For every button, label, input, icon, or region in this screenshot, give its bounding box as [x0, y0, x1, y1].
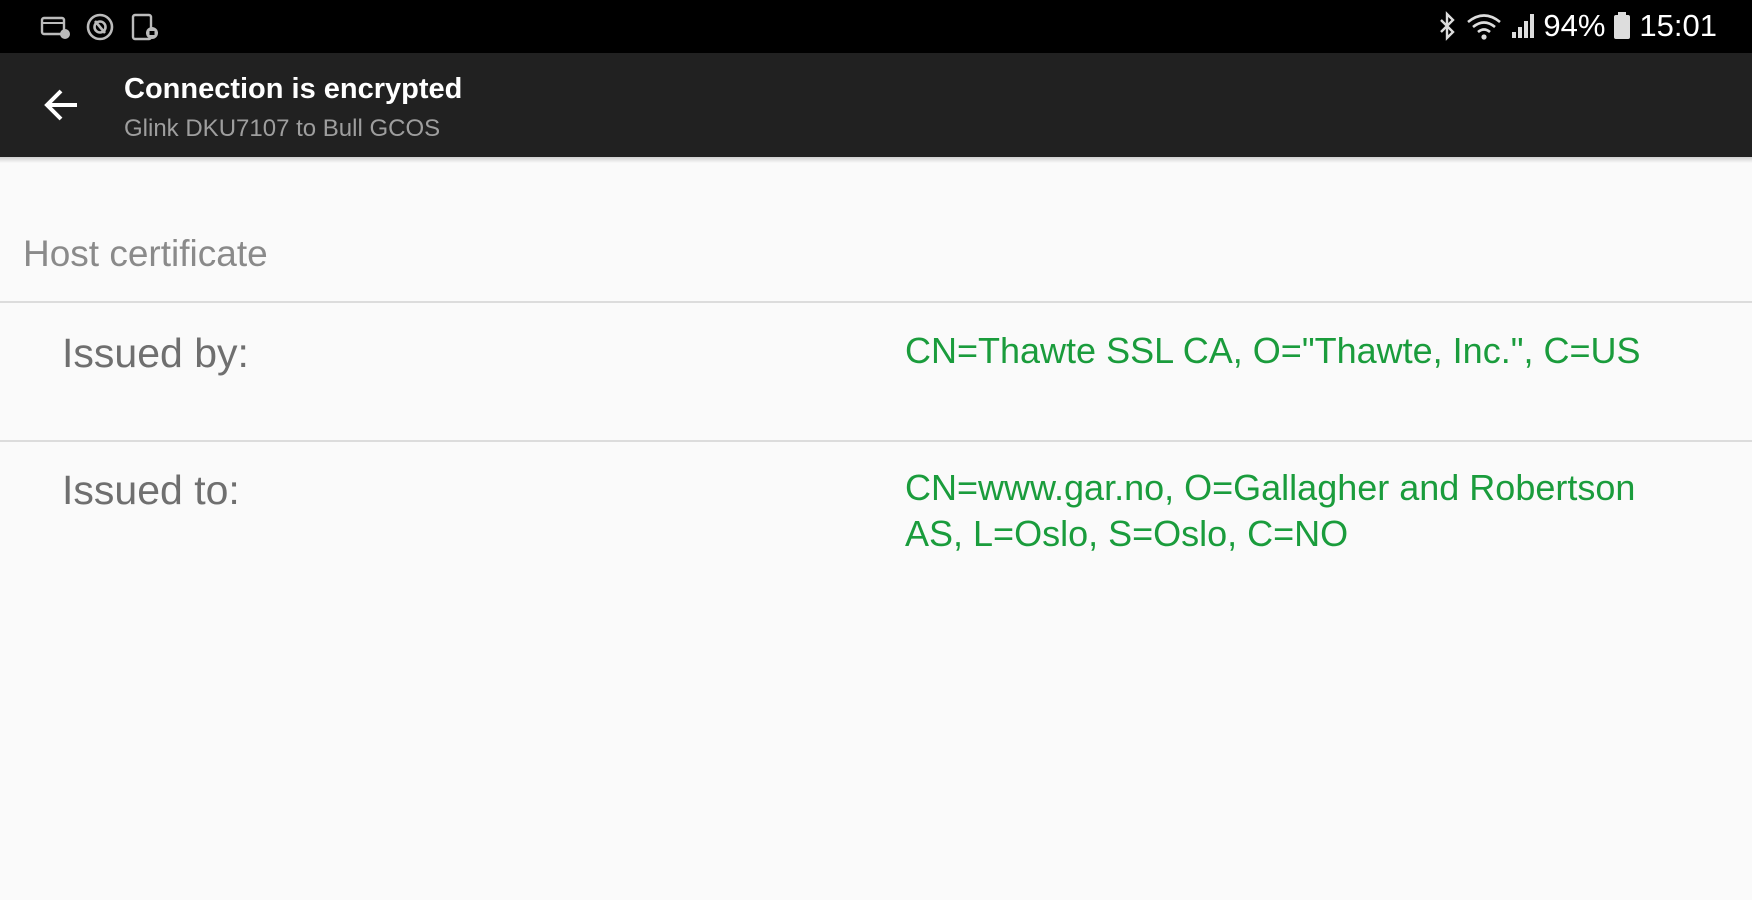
bluetooth-icon — [1440, 11, 1456, 41]
sync-icon — [86, 13, 114, 41]
document-lock-icon — [131, 13, 158, 41]
screen-record-icon — [40, 16, 70, 39]
wifi-icon — [1467, 14, 1502, 40]
signal-icon — [1512, 14, 1535, 38]
page-subtitle: Glink DKU7107 to Bull GCOS — [124, 115, 441, 142]
back-button[interactable] — [24, 73, 98, 137]
divider — [0, 440, 1752, 442]
status-right: 94% 15:01 — [1437, 8, 1717, 44]
page-title: Connection is encrypted — [124, 73, 463, 105]
issued-to-value: CN=www.gar.no, O=Gallagher and Robertson… — [905, 467, 1636, 554]
battery-icon — [1614, 12, 1631, 39]
arrow-back-icon — [44, 89, 77, 121]
app-bar: Connection is encrypted Glink DKU7107 to… — [0, 53, 1752, 157]
issued-by-value: CN=Thawte SSL CA, O="Thawte, Inc.", C=US — [905, 330, 1641, 371]
battery-percent: 94% — [1543, 8, 1606, 43]
clock: 15:01 — [1639, 8, 1717, 43]
section-header-host-certificate: Host certificate — [23, 233, 268, 274]
issued-to-label: Issued to: — [62, 467, 240, 513]
app-bar-shadow — [0, 157, 1752, 163]
divider — [0, 301, 1752, 303]
issued-by-label: Issued by: — [62, 330, 249, 376]
status-bar: 94% 15:01 — [0, 0, 1752, 53]
status-left-icons — [40, 12, 160, 42]
